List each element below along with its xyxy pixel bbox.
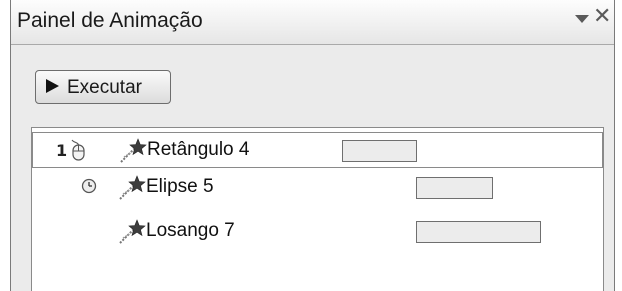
animation-order-number: 1 xyxy=(56,141,68,160)
pane-title-bar: Painel de Animação ✕ xyxy=(11,0,614,45)
entrance-star-icon xyxy=(120,138,147,163)
animation-item-3[interactable]: Losango 7 xyxy=(32,214,603,250)
timing-bar[interactable] xyxy=(416,221,541,243)
run-button-label: Executar xyxy=(67,77,142,98)
entrance-star-icon xyxy=(119,175,146,200)
mouse-click-icon xyxy=(71,139,85,161)
animation-item-1[interactable]: 1 Retângulo 4 xyxy=(32,132,603,168)
animation-pane: Painel de Animação ✕ Executar 1 Retângul… xyxy=(10,0,615,291)
animation-item-2[interactable]: Elipse 5 xyxy=(32,170,603,206)
animation-item-label: Losango 7 xyxy=(146,220,235,241)
entrance-star-icon xyxy=(119,219,146,244)
animation-item-label: Elipse 5 xyxy=(146,176,214,197)
timing-bar[interactable] xyxy=(416,177,493,199)
clock-icon xyxy=(81,178,97,194)
animation-item-label: Retângulo 4 xyxy=(147,139,250,160)
play-icon xyxy=(46,79,59,93)
pane-title: Painel de Animação xyxy=(17,9,203,32)
timing-bar[interactable] xyxy=(342,140,417,162)
close-icon[interactable]: ✕ xyxy=(593,6,611,28)
pane-options-dropdown-icon[interactable] xyxy=(575,15,589,23)
run-button[interactable]: Executar xyxy=(35,70,171,104)
animation-list: 1 Retângulo 4 Elipse 5 Losango 7 xyxy=(31,127,604,291)
